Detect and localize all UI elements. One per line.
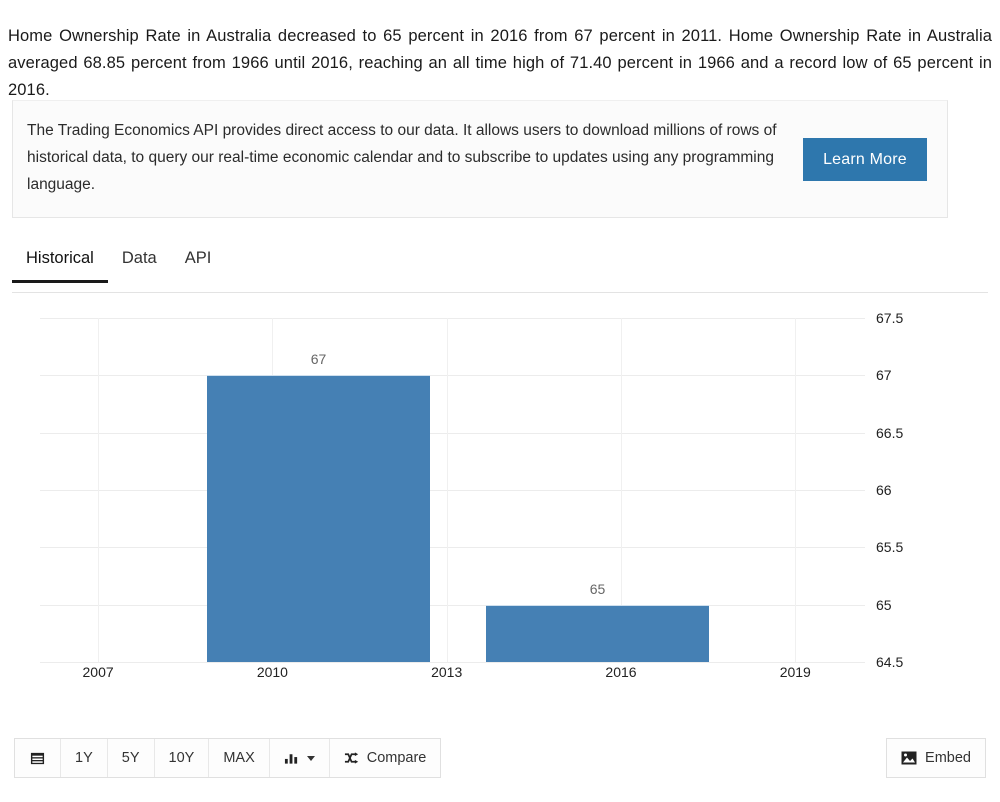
y-axis-tick-label: 67.5 <box>876 310 904 326</box>
y-axis-tick-label: 67 <box>876 367 892 384</box>
x-axis-tick-label: 2016 <box>605 664 637 680</box>
chart-type-dropdown[interactable] <box>269 739 330 777</box>
x-axis-tick-label: 2010 <box>256 664 288 680</box>
bar[interactable] <box>486 604 709 662</box>
bar-chart-icon <box>284 751 299 765</box>
y-axis-tick-label: 64.5 <box>876 654 904 670</box>
gridline-horizontal <box>40 604 865 606</box>
api-promo-box: The Trading Economics API provides direc… <box>12 100 948 218</box>
gridline-horizontal <box>40 547 865 549</box>
gridline-vertical <box>795 318 797 662</box>
bar-value-label: 67 <box>310 351 327 368</box>
tab-historical[interactable]: Historical <box>12 245 108 283</box>
y-axis-tick-label: 66.5 <box>876 424 904 441</box>
learn-more-button[interactable]: Learn More <box>803 138 927 181</box>
y-axis-tick-label: 66 <box>876 482 892 498</box>
shuffle-icon <box>344 751 361 765</box>
page-root: Home Ownership Rate in Australia decreas… <box>0 0 1000 802</box>
range-5y-button[interactable]: 5Y <box>107 739 155 777</box>
chart[interactable]: 67 65 67.5 67 66.5 66 65.5 65 64.5 2007 2010 2013 2… <box>0 296 1000 732</box>
gridline-horizontal <box>40 662 865 663</box>
range-1y-button[interactable]: 1Y <box>61 739 108 777</box>
range-max-button[interactable]: MAX <box>209 739 270 777</box>
image-icon <box>901 751 917 765</box>
compare-label: Compare <box>366 750 427 766</box>
tab-bar: Historical Data API <box>12 245 988 293</box>
range-10y-button[interactable]: 10Y <box>154 739 210 777</box>
chevron-down-icon <box>306 755 315 761</box>
gridline-horizontal <box>40 375 865 377</box>
y-axis-tick-label: 65.5 <box>876 539 904 556</box>
api-promo-text: The Trading Economics API provides direc… <box>27 122 777 193</box>
gridline-vertical <box>446 318 448 662</box>
gridline-vertical <box>98 318 100 662</box>
tab-data[interactable]: Data <box>108 245 171 282</box>
y-axis-tick-label: 65 <box>876 596 892 613</box>
bar[interactable] <box>207 375 430 662</box>
embed-button[interactable]: Embed <box>886 738 986 778</box>
x-axis-tick-label: 2013 <box>431 664 463 680</box>
tab-api[interactable]: API <box>171 245 226 282</box>
bar-value-label: 65 <box>589 580 606 597</box>
calendar-icon <box>30 751 45 766</box>
x-axis-tick-label: 2007 <box>82 664 114 680</box>
gridline-horizontal <box>40 432 865 434</box>
x-axis-tick-label: 2019 <box>779 664 811 680</box>
compare-button[interactable]: Compare <box>329 739 441 777</box>
summary-paragraph: Home Ownership Rate in Australia decreas… <box>8 26 992 99</box>
chart-toolbar: 1Y 5Y 10Y MAX Compare <box>14 738 442 778</box>
embed-label: Embed <box>925 750 971 766</box>
gridline-horizontal <box>40 318 865 319</box>
calendar-button[interactable] <box>15 739 61 777</box>
gridline-horizontal <box>40 490 865 491</box>
plot-area[interactable]: 67 65 <box>40 318 865 663</box>
